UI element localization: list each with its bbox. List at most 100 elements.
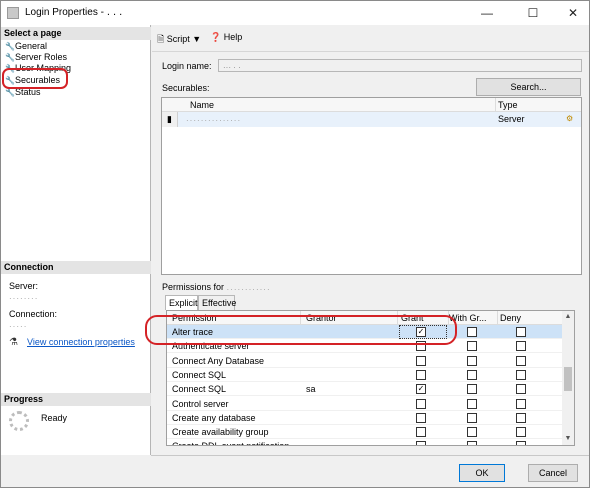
table-row[interactable]: Control server (167, 397, 562, 411)
view-connection-icon: ⚗ (9, 337, 18, 348)
login-name-value: ․․․ ․ ․ (223, 61, 241, 70)
scroll-up-icon[interactable]: ▲ (562, 311, 574, 323)
login-name-label: Login name: (162, 61, 212, 71)
grant-checkbox[interactable] (416, 369, 426, 380)
grant-checkbox[interactable] (416, 441, 426, 445)
help-icon: ❓ (210, 32, 222, 42)
table-row[interactable]: ▮ ․․․․․․․․․․․․․․․ Server ⚙ (162, 112, 581, 127)
permissions-for-text: Permissions for (162, 282, 225, 292)
grant-checkbox[interactable] (416, 412, 426, 423)
grant-checkbox[interactable] (416, 355, 426, 366)
column-divider (497, 311, 498, 325)
permission-name: Connect SQL (172, 369, 227, 380)
wrench-icon: 🔧 (5, 42, 15, 51)
permission-grantor: sa (306, 384, 316, 395)
column-header-deny[interactable]: Deny (500, 313, 521, 323)
footer-separator (151, 455, 589, 456)
script-icon: 🗎 (157, 34, 165, 44)
server-label: Server: (9, 281, 39, 291)
securable-name: ․․․․․․․․․․․․․․․ (186, 114, 242, 123)
alter-trace-highlight-annotation (145, 315, 457, 345)
scroll-down-icon[interactable]: ▼ (562, 433, 574, 445)
with-grant-checkbox[interactable] (467, 341, 477, 352)
permission-name: Connect Any Database (172, 355, 265, 366)
permissions-for-label: Permissions for ․․․․․․․․․․․․ (162, 282, 271, 292)
table-row[interactable]: Connect SQL sa ✓ (167, 382, 562, 397)
cancel-button[interactable]: Cancel (528, 464, 578, 482)
vertical-scrollbar[interactable]: ▲ ▼ (562, 311, 574, 445)
permission-name: Create DDL event notification (172, 441, 289, 445)
permissions-for-value: ․․․․․․․․․․․․ (226, 283, 271, 292)
deny-checkbox[interactable] (516, 412, 526, 423)
chevron-down-icon: ▼ (192, 34, 202, 44)
progress-status: Ready (41, 413, 68, 423)
permission-name: Create availability group (172, 427, 269, 438)
deny-checkbox[interactable] (516, 441, 526, 445)
securables-highlight-annotation (2, 68, 68, 89)
view-connection-properties-link[interactable]: View connection properties (27, 337, 135, 347)
with-grant-checkbox[interactable] (467, 412, 477, 423)
securables-grid-header: Name Type (162, 98, 581, 112)
script-label: Script (166, 34, 190, 44)
table-row[interactable]: Connect SQL (167, 368, 562, 382)
progress-header: Progress (1, 393, 151, 406)
securables-label: Securables: (162, 83, 210, 93)
script-button[interactable]: 🗎 Script ▼ (157, 32, 201, 48)
page-item-general[interactable]: 🔧General (5, 41, 47, 52)
toolbar-separator (152, 51, 589, 52)
with-grant-checkbox[interactable] (467, 384, 477, 395)
grant-checkbox[interactable]: ✓ (416, 384, 426, 395)
ok-button[interactable]: OK (459, 464, 505, 482)
minimize-icon[interactable]: — (467, 1, 507, 25)
page-item-label: General (15, 41, 48, 51)
column-header-name[interactable]: Name (190, 100, 214, 110)
login-properties-window: Login Properties - ․ ․ ․ — ☐ ✕ Select a … (0, 0, 590, 488)
help-button[interactable]: ❓ Help (210, 32, 242, 43)
table-row[interactable]: Create any database (167, 411, 562, 425)
column-divider (495, 98, 496, 112)
deny-checkbox[interactable] (516, 398, 526, 409)
connection-value: ․․․․․ (9, 320, 28, 329)
deny-checkbox[interactable] (516, 369, 526, 380)
table-row[interactable]: Create DDL event notification (167, 439, 562, 445)
with-grant-checkbox[interactable] (467, 369, 477, 380)
tab-effective[interactable]: Effective (198, 295, 236, 310)
table-row[interactable]: Create availability group (167, 425, 562, 440)
login-name-field[interactable]: ․․․ ․ ․ (218, 59, 582, 72)
column-header-type[interactable]: Type (498, 100, 518, 110)
connection-header: Connection (1, 261, 151, 274)
app-icon (7, 7, 19, 19)
deny-checkbox[interactable] (516, 355, 526, 366)
title-bar: Login Properties - ․ ․ ․ — ☐ ✕ (1, 1, 589, 25)
securable-type: Server (498, 114, 525, 124)
with-grant-checkbox[interactable] (467, 398, 477, 409)
page-item-server-roles[interactable]: 🔧Server Roles (5, 52, 67, 63)
server-value: ․․․․․․․․ (9, 292, 39, 301)
deny-checkbox[interactable] (516, 327, 526, 337)
row-selector-icon[interactable]: ▮ (162, 112, 178, 127)
securables-grid: Name Type ▮ ․․․․․․․․․․․․․․․ Server ⚙ (161, 97, 582, 275)
permission-name: Create any database (172, 412, 256, 423)
maximize-icon[interactable]: ☐ (513, 1, 553, 25)
grant-checkbox[interactable] (416, 427, 426, 438)
deny-checkbox[interactable] (516, 341, 526, 352)
wrench-icon: 🔧 (5, 53, 15, 62)
table-row[interactable]: Connect Any Database (167, 354, 562, 368)
securable-property-icon[interactable]: ⚙ (566, 114, 573, 123)
left-pane: Select a page 🔧General 🔧Server Roles 🔧Us… (1, 25, 151, 455)
with-grant-checkbox[interactable] (467, 355, 477, 366)
right-pane: 🗎 Script ▼ ❓ Help Login name: ․․․ ․ ․ Se… (152, 25, 589, 455)
progress-spinner-icon (9, 411, 29, 431)
grant-checkbox[interactable] (416, 398, 426, 409)
deny-checkbox[interactable] (516, 427, 526, 438)
connection-label: Connection: (9, 309, 58, 319)
scroll-thumb[interactable] (564, 367, 572, 391)
with-grant-checkbox[interactable] (467, 441, 477, 445)
search-button[interactable]: Search... (476, 78, 581, 96)
tab-explicit[interactable]: Explicit (165, 295, 198, 310)
with-grant-checkbox[interactable] (467, 327, 477, 337)
deny-checkbox[interactable] (516, 384, 526, 395)
with-grant-checkbox[interactable] (467, 427, 477, 438)
close-icon[interactable]: ✕ (553, 1, 590, 25)
permission-name: Control server (172, 398, 229, 409)
